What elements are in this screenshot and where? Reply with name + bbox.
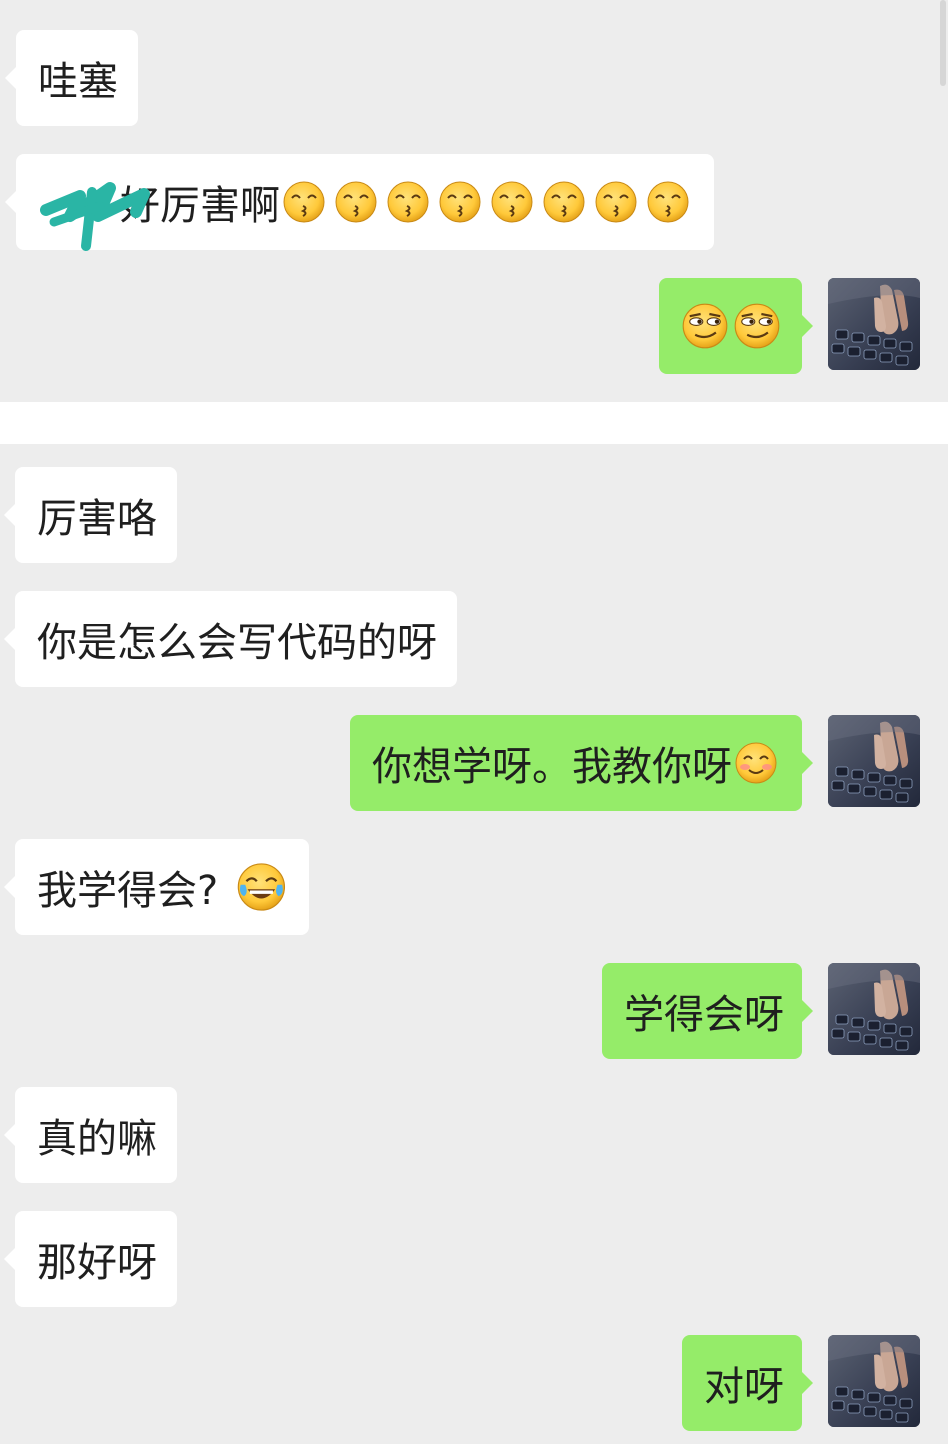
message-text: 你是怎么会写代码的呀 <box>37 620 437 666</box>
kissing-emoji-icon <box>334 180 378 224</box>
message-text: 我学得会? <box>37 868 219 914</box>
message-text: 哇塞 <box>38 59 118 105</box>
kissing-emoji-icon <box>438 180 482 224</box>
screenshot-divider <box>0 402 948 444</box>
incoming-message-bubble[interactable]: 那好呀 <box>4 1211 177 1307</box>
incoming-message-bubble[interactable]: 真的嘛 <box>4 1087 177 1183</box>
outgoing-message-bubble[interactable] <box>659 278 813 374</box>
message-text: 好厉害啊 <box>120 183 280 229</box>
scrollbar[interactable] <box>940 0 946 86</box>
outgoing-message-bubble[interactable]: 对呀 <box>682 1335 813 1431</box>
message-text: 学得会呀 <box>624 992 784 1038</box>
user-avatar[interactable] <box>828 715 920 807</box>
blush-smile-emoji-icon <box>734 741 778 785</box>
message-text: 那好呀 <box>37 1240 157 1286</box>
user-avatar[interactable] <box>828 278 920 370</box>
incoming-message-bubble[interactable]: 你是怎么会写代码的呀 <box>4 591 457 687</box>
kissing-emoji-icon <box>594 180 638 224</box>
kissing-emoji-icon <box>282 180 326 224</box>
outgoing-message-bubble[interactable]: 学得会呀 <box>602 963 813 1059</box>
kissing-emoji-icon <box>646 180 690 224</box>
incoming-message-bubble[interactable]: 哇塞 <box>5 30 138 126</box>
message-text: 你想学呀。我教你呀 <box>372 744 732 790</box>
incoming-message-bubble[interactable]: 我学得会? <box>4 839 309 935</box>
kissing-emoji-icon <box>542 180 586 224</box>
incoming-message-bubble[interactable]: 厉害咯 <box>4 467 177 563</box>
message-text: 对呀 <box>704 1364 784 1410</box>
message-text: 厉害咯 <box>37 496 157 542</box>
outgoing-message-bubble[interactable]: 你想学呀。我教你呀 <box>350 715 813 811</box>
user-avatar[interactable] <box>828 963 920 1055</box>
user-avatar[interactable] <box>828 1335 920 1427</box>
incoming-message-bubble[interactable]: 好厉害啊 <box>5 154 714 250</box>
tears-of-joy-emoji-icon <box>236 861 287 913</box>
smirk-emoji-icon <box>681 302 729 350</box>
kissing-emoji-icon <box>490 180 534 224</box>
message-text: 真的嘛 <box>37 1116 157 1162</box>
smirk-emoji-icon <box>733 302 781 350</box>
kissing-emoji-icon <box>386 180 430 224</box>
